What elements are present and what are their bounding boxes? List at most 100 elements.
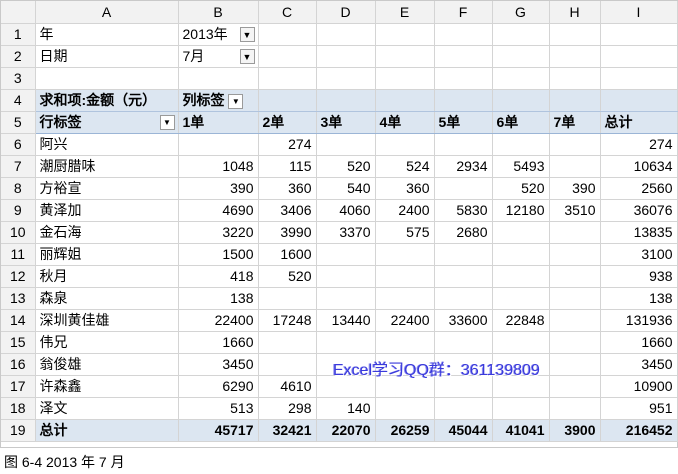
pivot-value-cell[interactable]: 13440 (316, 309, 376, 332)
pivot-value-cell[interactable]: 2934 (434, 155, 493, 178)
pivot-value-cell[interactable]: 17248 (258, 309, 317, 332)
pivot-value-cell[interactable] (492, 287, 550, 310)
pivot-value-cell[interactable] (549, 155, 601, 178)
pivot-value-cell[interactable] (549, 331, 601, 354)
pivot-value-cell[interactable]: 540 (316, 177, 376, 200)
pivot-column-label-cell[interactable]: 列标签 ▼ (178, 89, 259, 112)
pivot-value-cell[interactable]: 2560 (600, 177, 678, 200)
cell[interactable] (600, 89, 678, 112)
cell[interactable] (492, 45, 550, 68)
cell[interactable] (549, 89, 601, 112)
pivot-value-cell[interactable] (375, 287, 435, 310)
pivot-column-header[interactable]: 5单 (434, 111, 493, 134)
pivot-value-cell[interactable]: 3406 (258, 199, 317, 222)
pivot-value-cell[interactable]: 3100 (600, 243, 678, 266)
pivot-value-cell[interactable]: 3450 (178, 353, 259, 376)
pivot-row-name[interactable]: 黄泽加 (35, 199, 179, 222)
pivot-value-cell[interactable]: 6290 (178, 375, 259, 398)
pivot-value-cell[interactable]: 10900 (600, 375, 678, 398)
pivot-value-cell[interactable]: 1500 (178, 243, 259, 266)
pivot-value-cell[interactable]: 938 (600, 265, 678, 288)
dropdown-arrow-icon[interactable]: ▼ (159, 114, 175, 130)
pivot-row-name[interactable]: 金石海 (35, 221, 179, 244)
pivot-row-name[interactable]: 秋月 (35, 265, 179, 288)
pivot-value-cell[interactable]: 298 (258, 397, 317, 420)
pivot-row-name[interactable]: 许森鑫 (35, 375, 179, 398)
pivot-value-cell[interactable] (375, 265, 435, 288)
column-header[interactable]: G (492, 1, 550, 24)
pivot-value-cell[interactable]: 520 (258, 265, 317, 288)
pivot-value-cell[interactable] (549, 221, 601, 244)
pivot-row-name[interactable]: 深圳黄佳雄 (35, 309, 179, 332)
pivot-value-cell[interactable]: 390 (178, 177, 259, 200)
pivot-value-cell[interactable]: 1660 (178, 331, 259, 354)
filter-funnel-icon[interactable]: ▼ (239, 26, 255, 42)
pivot-value-cell[interactable]: 13835 (600, 221, 678, 244)
pivot-row-name[interactable]: 森泉 (35, 287, 179, 310)
cell[interactable] (316, 67, 376, 90)
pivot-value-cell[interactable] (492, 331, 550, 354)
pivot-value-cell[interactable] (316, 133, 376, 156)
pivot-column-header[interactable]: 6单 (492, 111, 550, 134)
pivot-value-cell[interactable]: 33600 (434, 309, 493, 332)
cell[interactable] (178, 67, 259, 90)
row-header[interactable]: 13 (1, 287, 36, 310)
cell[interactable] (258, 89, 317, 112)
pivot-value-cell[interactable] (492, 265, 550, 288)
pivot-value-cell[interactable] (434, 331, 493, 354)
pivot-value-cell[interactable]: 3370 (316, 221, 376, 244)
pivot-value-cell[interactable]: 360 (258, 177, 317, 200)
column-header[interactable]: C (258, 1, 317, 24)
cell[interactable] (434, 89, 493, 112)
pivot-value-cell[interactable] (434, 287, 493, 310)
row-header[interactable]: 10 (1, 221, 36, 244)
pivot-value-cell[interactable]: 520 (316, 155, 376, 178)
pivot-value-cell[interactable]: 274 (600, 133, 678, 156)
pivot-value-cell[interactable] (375, 243, 435, 266)
filter-value-year[interactable]: 2013年 ▼ (178, 23, 259, 46)
pivot-value-cell[interactable]: 4060 (316, 199, 376, 222)
row-header[interactable]: 8 (1, 177, 36, 200)
pivot-value-cell[interactable] (434, 397, 493, 420)
pivot-data-field-label[interactable]: 求和项:金额（元） (35, 89, 179, 112)
pivot-value-cell[interactable]: 140 (316, 397, 376, 420)
pivot-value-cell[interactable] (375, 397, 435, 420)
cell[interactable] (549, 45, 601, 68)
pivot-value-cell[interactable] (549, 309, 601, 332)
cell[interactable] (549, 67, 601, 90)
pivot-value-cell[interactable]: 22400 (375, 309, 435, 332)
pivot-value-cell[interactable]: 5830 (434, 199, 493, 222)
pivot-total-value[interactable]: 26259 (375, 418, 435, 442)
pivot-value-cell[interactable]: 520 (492, 177, 550, 200)
pivot-value-cell[interactable] (549, 243, 601, 266)
pivot-value-cell[interactable] (434, 243, 493, 266)
row-header[interactable]: 11 (1, 243, 36, 266)
pivot-value-cell[interactable] (258, 331, 317, 354)
row-header[interactable]: 9 (1, 199, 36, 222)
cell[interactable] (35, 67, 179, 90)
row-header[interactable]: 2 (1, 45, 36, 68)
pivot-value-cell[interactable]: 3220 (178, 221, 259, 244)
cell[interactable] (434, 45, 493, 68)
row-header[interactable]: 19 (1, 419, 36, 442)
column-header[interactable]: A (35, 1, 179, 24)
pivot-value-cell[interactable] (316, 287, 376, 310)
pivot-value-cell[interactable]: 1600 (258, 243, 317, 266)
pivot-value-cell[interactable]: 274 (258, 133, 317, 156)
cell[interactable] (492, 23, 550, 46)
row-header[interactable]: 7 (1, 155, 36, 178)
pivot-value-cell[interactable]: 3510 (549, 199, 601, 222)
filter-funnel-icon[interactable]: ▼ (239, 48, 255, 64)
row-header[interactable]: 3 (1, 67, 36, 90)
pivot-value-cell[interactable]: 12180 (492, 199, 550, 222)
pivot-value-cell[interactable] (549, 133, 601, 156)
pivot-row-name[interactable]: 伟兄 (35, 331, 179, 354)
pivot-value-cell[interactable]: 138 (178, 287, 259, 310)
pivot-value-cell[interactable] (549, 265, 601, 288)
cell[interactable] (375, 89, 435, 112)
pivot-value-cell[interactable] (492, 243, 550, 266)
pivot-column-header[interactable]: 总计 (600, 111, 678, 134)
cell[interactable] (492, 67, 550, 90)
pivot-value-cell[interactable]: 2680 (434, 221, 493, 244)
filter-label-date[interactable]: 日期 (35, 45, 179, 68)
